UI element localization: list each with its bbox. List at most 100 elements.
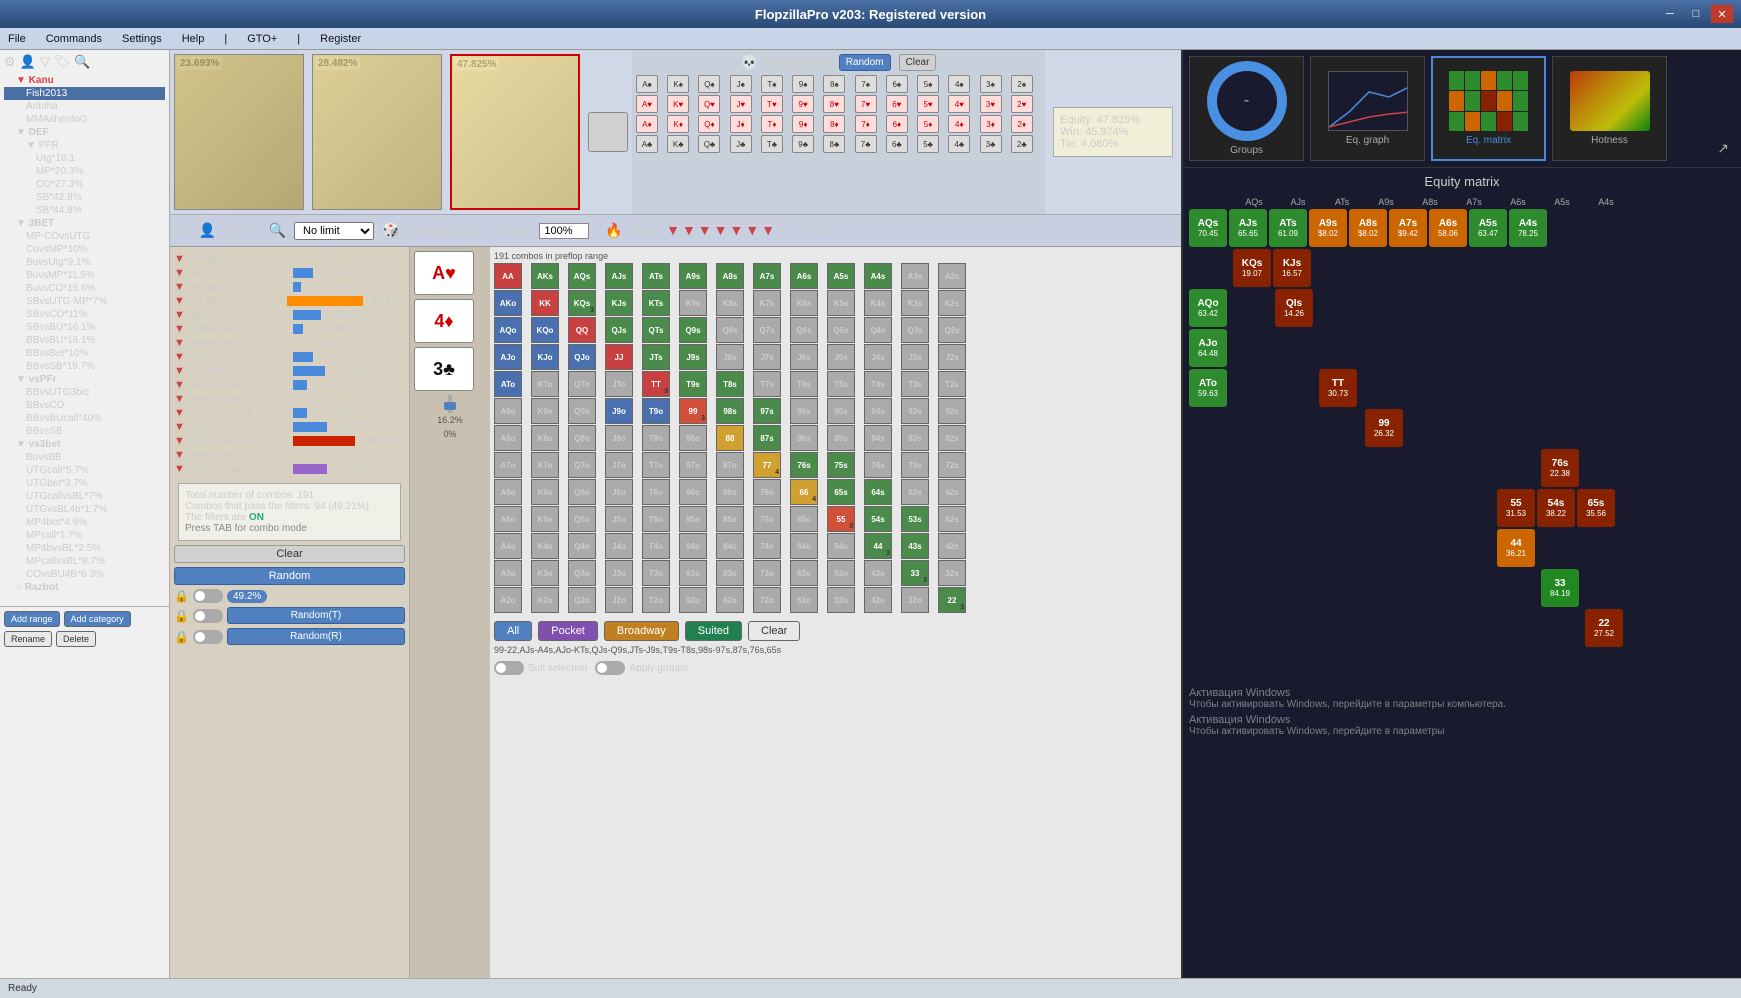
eq-A5s[interactable]: A5s63.47 bbox=[1469, 209, 1507, 247]
tree-item-sbvsco[interactable]: SBvsCO*11% bbox=[4, 308, 165, 321]
tree-item-sbvsutgmp[interactable]: SBvsUTG-MP*7% bbox=[4, 295, 165, 308]
card-5c[interactable]: 5♣ bbox=[917, 135, 939, 153]
filter-2crd[interactable]: ▼ 2 crd bckdr fd 35.11% bbox=[174, 435, 405, 447]
cell-Q7s[interactable]: Q7s bbox=[753, 317, 781, 343]
minimize-button[interactable]: ─ bbox=[1659, 5, 1681, 23]
card-9s[interactable]: 9♠ bbox=[792, 75, 814, 93]
card-8c[interactable]: 8♣ bbox=[823, 135, 845, 153]
cell-Q5o[interactable]: Q5o bbox=[568, 506, 596, 532]
cell-76s[interactable]: 76s bbox=[790, 452, 818, 478]
cell-32o[interactable]: 32o bbox=[901, 587, 929, 613]
cell-JTo[interactable]: JTo bbox=[605, 371, 633, 397]
cell-62o[interactable]: 62o bbox=[790, 587, 818, 613]
cell-KQo[interactable]: KQo bbox=[531, 317, 559, 343]
cell-33[interactable]: 333 bbox=[901, 560, 929, 586]
cell-65o[interactable]: 65o bbox=[790, 506, 818, 532]
cell-T4o[interactable]: T4o bbox=[642, 533, 670, 559]
cell-A7o[interactable]: A7o bbox=[494, 452, 522, 478]
card-2d[interactable]: 2♦ bbox=[1011, 115, 1033, 133]
tree-item-utgbet[interactable]: UTGbet*3.7% bbox=[4, 477, 165, 490]
cell-AA[interactable]: AA bbox=[494, 263, 522, 289]
card-6s[interactable]: 6♠ bbox=[886, 75, 908, 93]
menu-settings[interactable]: Settings bbox=[118, 31, 166, 47]
eq-ATs[interactable]: ATs61.09 bbox=[1269, 209, 1307, 247]
cell-97s[interactable]: 97s bbox=[753, 398, 781, 424]
card-3d[interactable]: 3♦ bbox=[980, 115, 1002, 133]
filter-x[interactable]: ✕ bbox=[777, 222, 789, 239]
filter-no-hand[interactable]: ▼ no made hand 18.09% bbox=[174, 365, 405, 377]
eq-AQo[interactable]: AQo63.42 bbox=[1189, 289, 1227, 327]
cell-K6o[interactable]: K6o bbox=[531, 479, 559, 505]
cell-64s[interactable]: 64s bbox=[864, 479, 892, 505]
cell-J8s[interactable]: J8s bbox=[716, 344, 744, 370]
card-9h[interactable]: 9♥ bbox=[792, 95, 814, 113]
tree-item-bbvssb[interactable]: BBvsSB*19.7% bbox=[4, 360, 165, 373]
cell-94s[interactable]: 94s bbox=[864, 398, 892, 424]
cell-K7s[interactable]: K7s bbox=[753, 290, 781, 316]
card-2c[interactable]: 2♣ bbox=[1011, 135, 1033, 153]
filter-oesd1[interactable]: ▼ oesd (1 card) 0% bbox=[174, 393, 405, 405]
filter-v2[interactable]: ▼ bbox=[682, 222, 696, 239]
cell-A4o[interactable]: A4o bbox=[494, 533, 522, 559]
cell-T4s[interactable]: T4s bbox=[864, 371, 892, 397]
tree-item-razbot[interactable]: ○ Razbot bbox=[4, 581, 165, 594]
cell-J7s[interactable]: J7s bbox=[753, 344, 781, 370]
search-icon[interactable]: 🔍 bbox=[74, 54, 90, 70]
cell-KJs[interactable]: KJs bbox=[605, 290, 633, 316]
all-button[interactable]: All bbox=[494, 621, 532, 641]
cell-94o[interactable]: 94o bbox=[679, 533, 707, 559]
toggle-2[interactable] bbox=[193, 609, 223, 623]
cell-J5o[interactable]: J5o bbox=[605, 506, 633, 532]
tree-item-def[interactable]: ▼ DEF bbox=[4, 126, 165, 139]
tree-item-bbvsbucall[interactable]: BBvsBUcall*40% bbox=[4, 412, 165, 425]
limit-select[interactable]: No limit Pot limit Fixed limit bbox=[294, 222, 374, 240]
cell-K4s[interactable]: K4s bbox=[864, 290, 892, 316]
cell-83o[interactable]: 83o bbox=[716, 560, 744, 586]
cell-Q6o[interactable]: Q6o bbox=[568, 479, 596, 505]
cell-J7o[interactable]: J7o bbox=[605, 452, 633, 478]
cell-A6o[interactable]: A6o bbox=[494, 479, 522, 505]
cell-Q7o[interactable]: Q7o bbox=[568, 452, 596, 478]
add-range-plus-button[interactable]: + bbox=[588, 112, 628, 152]
menu-help[interactable]: Help bbox=[178, 31, 209, 47]
tree-item-vs3bet[interactable]: ▼ vs3bet bbox=[4, 438, 165, 451]
card-2h[interactable]: 2♥ bbox=[1011, 95, 1033, 113]
card-Qd[interactable]: Q♦ bbox=[698, 115, 720, 133]
cell-T6s[interactable]: T6s bbox=[790, 371, 818, 397]
cell-42s[interactable]: 42s bbox=[938, 533, 966, 559]
thumbnail-eq-matrix[interactable]: Eq. matrix bbox=[1431, 56, 1546, 161]
cell-AKs[interactable]: AKs bbox=[531, 263, 559, 289]
filter-v7[interactable]: ▼ bbox=[761, 222, 775, 239]
cell-J9s[interactable]: J9s bbox=[679, 344, 707, 370]
card-5h[interactable]: 5♥ bbox=[917, 95, 939, 113]
cell-92o[interactable]: 92o bbox=[679, 587, 707, 613]
cell-ATo[interactable]: ATo bbox=[494, 371, 522, 397]
cell-A4s[interactable]: A4s bbox=[864, 263, 892, 289]
card-As[interactable]: A♠ bbox=[636, 75, 658, 93]
cell-T8s[interactable]: T8s bbox=[716, 371, 744, 397]
filter-v4[interactable]: ▼ bbox=[714, 222, 728, 239]
settings-icon[interactable]: ⚙ bbox=[4, 54, 16, 70]
cell-53o[interactable]: 53o bbox=[827, 560, 855, 586]
card-3s[interactable]: 3♠ bbox=[980, 75, 1002, 93]
filter-v3[interactable]: ▼ bbox=[698, 222, 712, 239]
eq-KQs[interactable]: KQs19.07 bbox=[1233, 249, 1271, 287]
tree-item-buvbb[interactable]: BuvsBB bbox=[4, 451, 165, 464]
cell-65s[interactable]: 65s bbox=[827, 479, 855, 505]
cell-A6s[interactable]: A6s bbox=[790, 263, 818, 289]
cell-82o[interactable]: 82o bbox=[716, 587, 744, 613]
cell-T3o[interactable]: T3o bbox=[642, 560, 670, 586]
cell-T5s[interactable]: T5s bbox=[827, 371, 855, 397]
cell-55[interactable]: 553 bbox=[827, 506, 855, 532]
cell-A2o[interactable]: A2o bbox=[494, 587, 522, 613]
settings-icon2[interactable]: ⚙ bbox=[178, 222, 191, 239]
cell-T5o[interactable]: T5o bbox=[642, 506, 670, 532]
cell-Q3o[interactable]: Q3o bbox=[568, 560, 596, 586]
cell-83s[interactable]: 83s bbox=[901, 425, 929, 451]
card-Th[interactable]: T♥ bbox=[761, 95, 783, 113]
cell-J9o[interactable]: J9o bbox=[605, 398, 633, 424]
cell-QTs[interactable]: QTs bbox=[642, 317, 670, 343]
maximize-button[interactable]: □ bbox=[1685, 5, 1707, 23]
cell-53s[interactable]: 53s bbox=[901, 506, 929, 532]
cell-JTs[interactable]: JTs bbox=[642, 344, 670, 370]
